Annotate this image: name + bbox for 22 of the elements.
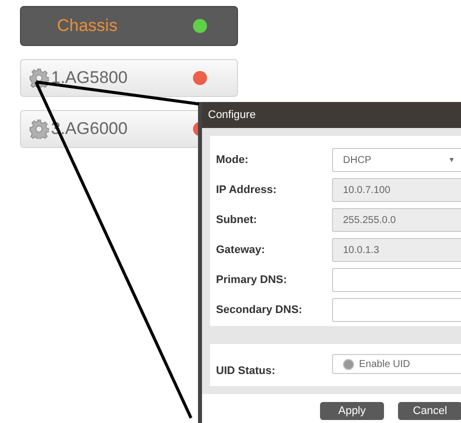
field-label: UID Status:: [216, 365, 276, 377]
field-label: Subnet:: [216, 214, 258, 226]
input-field[interactable]: [332, 268, 461, 292]
gear-icon[interactable]: [29, 68, 49, 88]
dialog-title: Configure: [202, 102, 461, 128]
uid-option[interactable]: Enable UID: [332, 354, 461, 374]
field-label: Mode:: [216, 154, 250, 166]
device-button[interactable]: Chassis: [20, 6, 238, 46]
radio-button[interactable]: [343, 358, 354, 370]
input-field[interactable]: 255.255.0.0: [332, 208, 461, 232]
device-button[interactable]: 1.AG5800: [20, 59, 238, 97]
input-field[interactable]: 10.0.1.3: [332, 238, 461, 262]
device-label: Chassis: [57, 16, 118, 36]
dialog-button[interactable]: Cancel: [398, 402, 461, 420]
field-label: Secondary DNS:: [216, 304, 304, 316]
dialog-button[interactable]: Apply: [320, 402, 384, 420]
field-label: Gateway:: [216, 244, 266, 256]
field-label: Primary DNS:: [216, 274, 288, 286]
input-field[interactable]: 10.0.7.100: [332, 178, 461, 202]
input-field[interactable]: [332, 298, 461, 322]
field-label: IP Address:: [216, 184, 278, 196]
device-label: 1.AG5800: [51, 68, 129, 88]
